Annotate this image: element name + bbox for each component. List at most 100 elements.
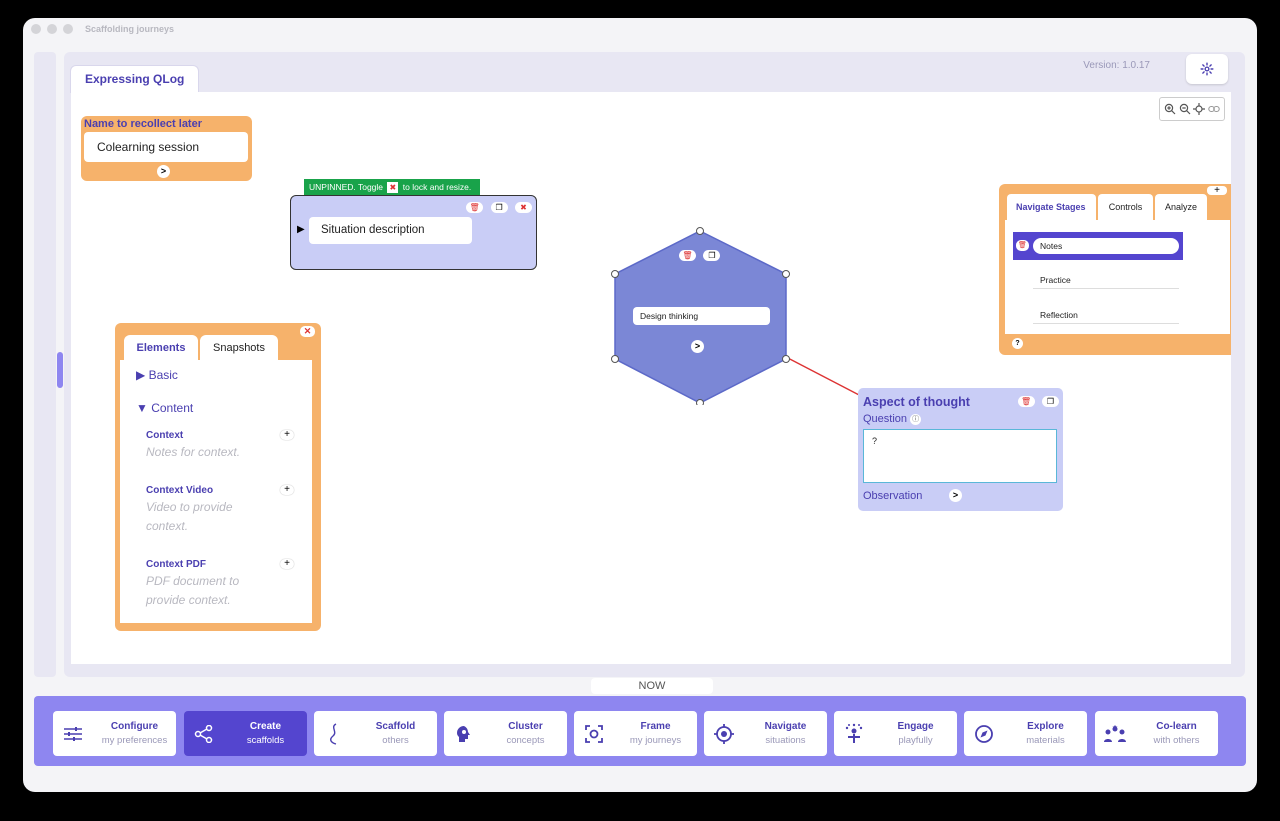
nav-create[interactable]: Create scaffolds: [184, 711, 307, 756]
elements-panel: ✕ Elements Snapshots ▶ Basic ▼ Content C…: [115, 323, 321, 631]
scaffold-canvas[interactable]: Name to recollect later Colearning sessi…: [71, 92, 1231, 664]
left-sidebar: [34, 52, 63, 677]
people-icon: [1104, 724, 1126, 742]
tab-elements[interactable]: Elements: [124, 335, 198, 362]
nav-colearn[interactable]: Co-learn with others: [1095, 711, 1218, 756]
nav-scaffold-title: Scaffold: [375, 720, 416, 732]
group-content[interactable]: ▼ Content: [136, 401, 193, 415]
help-icon[interactable]: ?: [1012, 338, 1023, 349]
nav-cluster-title: Cluster: [508, 720, 543, 732]
nav-frame[interactable]: Frame my journeys: [574, 711, 697, 756]
hexagon-toolbar: 🗑 ❐: [676, 245, 721, 263]
nav-configure-title: Configure: [110, 720, 159, 732]
aspect-title: Aspect of thought: [863, 395, 970, 409]
stage-notes[interactable]: Notes: [1033, 238, 1179, 254]
brain-icon: [457, 725, 470, 742]
add-context-pdf-button[interactable]: +: [280, 559, 294, 569]
nav-engage-sub: playfully: [898, 734, 933, 746]
zoom-dot[interactable]: [63, 24, 73, 34]
list-item[interactable]: Context Video Video to provide context.: [146, 485, 258, 536]
compass-icon: [975, 724, 993, 743]
hexagon-input[interactable]: Design thinking: [633, 307, 770, 325]
nav-frame-title: Frame: [640, 720, 671, 732]
item-pdf-desc: PDF document to provide context.: [146, 574, 240, 607]
situation-input[interactable]: Situation description: [309, 217, 472, 244]
situation-node[interactable]: 🗑 ❐ ✖ ▶ Situation description: [290, 195, 537, 270]
curve-icon: [329, 722, 337, 745]
group-basic[interactable]: ▶ Basic: [136, 368, 178, 382]
aspect-delete-icon[interactable]: 🗑: [1017, 396, 1035, 407]
list-item[interactable]: Context Notes for context.: [146, 430, 258, 462]
tab-navigate-stages[interactable]: Navigate Stages: [1007, 194, 1096, 220]
name-card-next-button[interactable]: >: [157, 165, 170, 178]
nav-create-sub: scaffolds: [246, 734, 285, 746]
frame-icon: [585, 724, 603, 743]
add-context-button[interactable]: +: [280, 430, 294, 440]
nav-configure-sub: my preferences: [101, 734, 168, 746]
tab-controls[interactable]: Controls: [1098, 194, 1153, 220]
nav-navigate[interactable]: Navigate situations: [704, 711, 827, 756]
delete-icon[interactable]: 🗑: [466, 202, 484, 213]
stages-list: 🗑 Notes Practice Reflection: [1005, 220, 1230, 334]
item-video-desc: Video to provide context.: [146, 500, 233, 533]
nav-colearn-title: Co-learn: [1156, 720, 1197, 732]
aspect-copy-icon[interactable]: ❐: [1042, 396, 1059, 407]
nav-engage[interactable]: Engage playfully: [834, 711, 957, 756]
aspect-toolbar: 🗑 ❐: [1015, 391, 1059, 409]
question-label-text: Question: [863, 413, 908, 425]
app-window: Scaffolding journeys Expressing QLog Ver…: [23, 18, 1257, 792]
stage-reflection[interactable]: Reflection: [1033, 306, 1179, 324]
unpinned-banner: UNPINNED. Toggle ✖ to lock and resize.: [304, 179, 480, 195]
pin-toggle-icon[interactable]: ✖: [515, 202, 532, 213]
tab-analyze[interactable]: Analyze: [1155, 194, 1207, 220]
nav-cluster[interactable]: Cluster concepts: [444, 711, 567, 756]
sidebar-drag-handle[interactable]: [57, 352, 63, 388]
node-toolbar: 🗑 ❐ ✖: [463, 197, 532, 215]
hexagon-delete-icon[interactable]: 🗑: [679, 250, 696, 261]
sliders-icon: [64, 726, 82, 741]
add-context-video-button[interactable]: +: [280, 485, 294, 495]
nav-explore-title: Explore: [1027, 720, 1064, 732]
name-card-value[interactable]: Colearning session: [84, 132, 248, 162]
name-card[interactable]: Name to recollect later Colearning sessi…: [81, 116, 252, 181]
stage-delete-icon[interactable]: 🗑: [1016, 240, 1029, 251]
add-stage-button[interactable]: +: [1207, 186, 1227, 196]
question-textarea[interactable]: ?: [863, 429, 1057, 483]
nav-engage-title: Engage: [897, 720, 934, 732]
minimize-dot[interactable]: [47, 24, 57, 34]
close-dot[interactable]: [31, 24, 41, 34]
hexagon-next-button[interactable]: >: [691, 340, 704, 353]
stage-practice[interactable]: Practice: [1033, 271, 1179, 289]
stage-row-active[interactable]: 🗑 Notes: [1013, 232, 1183, 260]
nodes-icon: [194, 724, 213, 743]
title-bar: Scaffolding journeys: [23, 18, 1257, 40]
copy-icon[interactable]: ❐: [490, 202, 508, 213]
nav-navigate-title: Navigate: [764, 720, 807, 732]
expand-arrow-icon[interactable]: ▶: [297, 224, 305, 235]
close-icon[interactable]: ✕: [300, 326, 315, 337]
version-label: Version: 1.0.17: [1083, 60, 1150, 71]
target-icon: [714, 723, 734, 744]
now-label: NOW: [591, 678, 713, 694]
stages-tabs: Navigate Stages Controls Analyze: [1007, 194, 1207, 220]
settings-button[interactable]: [1186, 54, 1228, 84]
nav-explore-sub: materials: [1026, 734, 1065, 746]
elements-list: ▶ Basic ▼ Content Context Notes for cont…: [120, 360, 312, 623]
aspect-next-button[interactable]: >: [949, 489, 962, 502]
item-context-desc: Notes for context.: [146, 445, 241, 459]
engage-icon: [845, 723, 863, 743]
info-icon[interactable]: ⓘ: [910, 413, 922, 425]
aspect-card[interactable]: Aspect of thought 🗑 ❐ Question ⓘ ? Obser…: [858, 388, 1063, 511]
unpinned-banner-suffix: to lock and resize.: [402, 182, 472, 192]
nav-colearn-sub: with others: [1153, 734, 1200, 746]
nav-configure[interactable]: Configure my preferences: [53, 711, 176, 756]
nav-explore[interactable]: Explore materials: [964, 711, 1087, 756]
pin-icon[interactable]: ✖: [387, 182, 399, 194]
tab-expressing-qlog[interactable]: Expressing QLog: [70, 65, 200, 93]
hexagon-copy-icon[interactable]: ❐: [703, 250, 721, 261]
tab-snapshots[interactable]: Snapshots: [200, 335, 278, 362]
nav-cluster-sub: concepts: [506, 734, 545, 746]
list-item[interactable]: Context PDF PDF document to provide cont…: [146, 559, 258, 610]
question-label: Question ⓘ: [863, 413, 922, 425]
nav-scaffold[interactable]: Scaffold others: [314, 711, 437, 756]
